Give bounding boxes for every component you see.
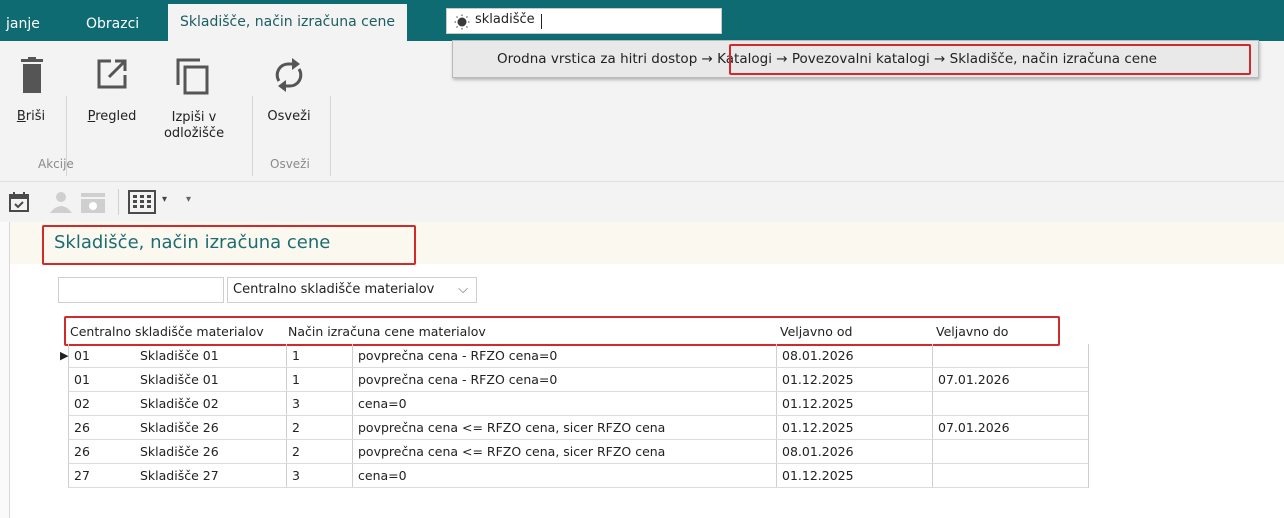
table-cell-mcode[interactable]: 2 bbox=[288, 416, 348, 440]
top-bar: janje Obrazci Skladišče, način izračuna … bbox=[0, 0, 1284, 41]
calendar-check-icon[interactable] bbox=[8, 191, 30, 217]
table-cell-method[interactable]: povprečna cena <= RFZO cena, sicer RFZO … bbox=[354, 416, 774, 440]
copy-label-line1: Izpiši v bbox=[171, 110, 217, 125]
dropdown-arrow-icon[interactable]: ▾ bbox=[162, 194, 167, 205]
copy-label-line2: odložišče bbox=[163, 126, 225, 141]
tab-partial[interactable]: janje bbox=[6, 8, 40, 41]
group-label-osvezi: Osveži bbox=[270, 157, 310, 171]
group-label-akcije: Akcije bbox=[38, 157, 74, 171]
table-cell-from[interactable]: 01.12.2025 bbox=[778, 392, 932, 416]
table-cell-name[interactable]: Skladišče 27 bbox=[136, 464, 284, 488]
grid-layout-icon[interactable] bbox=[128, 190, 156, 218]
refresh-label: Osveži bbox=[267, 109, 311, 124]
table-cell-from[interactable]: 01.12.2025 bbox=[778, 416, 932, 440]
table-cell-name[interactable]: Skladišče 01 bbox=[136, 344, 284, 368]
filter-select[interactable]: Centralno skladišče materialov ⌵ bbox=[227, 277, 477, 303]
filter-select-value: Centralno skladišče materialov bbox=[233, 282, 435, 297]
delete-button[interactable]: Briši bbox=[14, 57, 48, 125]
ribbon-divider bbox=[252, 96, 253, 176]
table-cell-method[interactable]: povprečna cena - RFZO cena=0 bbox=[354, 344, 774, 368]
table-cell-method[interactable]: cena=0 bbox=[354, 464, 774, 488]
highlight-page-title bbox=[42, 225, 416, 265]
highlight-catalog-path bbox=[729, 44, 1251, 75]
quick-toolbar: ▾ ▾ bbox=[0, 182, 1284, 222]
text-caret bbox=[541, 14, 542, 29]
table-cell-to[interactable]: 07.01.2026 bbox=[934, 416, 1088, 440]
table-cell-to[interactable] bbox=[934, 464, 1088, 488]
table-cell-method[interactable]: cena=0 bbox=[354, 392, 774, 416]
ribbon-divider bbox=[330, 96, 331, 176]
table-cell-name[interactable]: Skladišče 02 bbox=[136, 392, 284, 416]
table-cell-code[interactable]: 01 bbox=[70, 344, 130, 368]
table-cell-from[interactable]: 08.01.2026 bbox=[778, 440, 932, 464]
left-panel bbox=[0, 222, 10, 518]
open-external-icon bbox=[95, 57, 142, 91]
filter-input[interactable] bbox=[58, 277, 224, 303]
table-cell-to[interactable] bbox=[934, 344, 1088, 368]
search-text: skladišče bbox=[475, 12, 535, 27]
customize-toolbar-icon[interactable]: ▾ bbox=[186, 194, 191, 205]
refresh-icon bbox=[273, 57, 316, 93]
table-cell-mcode[interactable]: 1 bbox=[288, 368, 348, 392]
chevron-down-icon: ⌵ bbox=[458, 282, 468, 297]
copy-to-clipboard-button[interactable]: Izpiši v odložišče bbox=[154, 57, 234, 142]
preview-button[interactable]: Pregled bbox=[82, 57, 142, 125]
table-cell-mcode[interactable]: 3 bbox=[288, 464, 348, 488]
table-cell-code[interactable]: 26 bbox=[70, 416, 130, 440]
toolbar-divider bbox=[118, 189, 119, 215]
table-cell-to[interactable] bbox=[934, 392, 1088, 416]
table-cell-mcode[interactable]: 3 bbox=[288, 392, 348, 416]
preview-label: Pregled bbox=[87, 109, 137, 124]
delete-label: Briši bbox=[16, 109, 46, 124]
table-cell-from[interactable]: 08.01.2026 bbox=[778, 344, 932, 368]
table-cell-method[interactable]: povprečna cena <= RFZO cena, sicer RFZO … bbox=[354, 440, 774, 464]
table-cell-name[interactable]: Skladišče 26 bbox=[136, 440, 284, 464]
current-row-indicator-icon: ▶ bbox=[60, 349, 69, 362]
copy-icon bbox=[174, 57, 234, 95]
refresh-button[interactable]: Osveži bbox=[262, 57, 316, 125]
table-cell-mcode[interactable]: 2 bbox=[288, 440, 348, 464]
table-cell-from[interactable]: 01.12.2025 bbox=[778, 368, 932, 392]
tab-skladisce[interactable]: Skladišče, način izračuna cene bbox=[168, 4, 407, 41]
table-cell-to[interactable]: 07.01.2026 bbox=[934, 368, 1088, 392]
camera-icon[interactable] bbox=[80, 191, 106, 217]
table-cell-code[interactable]: 27 bbox=[70, 464, 130, 488]
tab-obrazci[interactable]: Obrazci bbox=[86, 8, 139, 41]
table-cell-code[interactable]: 01 bbox=[70, 368, 130, 392]
table-cell-to[interactable] bbox=[934, 440, 1088, 464]
table-cell-method[interactable]: povprečna cena - RFZO cena=0 bbox=[354, 368, 774, 392]
table-cell-name[interactable]: Skladišče 26 bbox=[136, 416, 284, 440]
table-cell-mcode[interactable]: 1 bbox=[288, 344, 348, 368]
lightbulb-icon bbox=[453, 14, 471, 34]
table-cell-code[interactable]: 26 bbox=[70, 440, 130, 464]
highlight-grid-header bbox=[64, 316, 1060, 346]
table-cell-code[interactable]: 02 bbox=[70, 392, 130, 416]
grid-column-divider bbox=[1088, 344, 1089, 488]
trash-icon bbox=[21, 57, 48, 93]
user-icon[interactable] bbox=[48, 191, 74, 217]
table-cell-name[interactable]: Skladišče 01 bbox=[136, 368, 284, 392]
table-cell-from[interactable]: 01.12.2025 bbox=[778, 464, 932, 488]
quick-search-input[interactable]: skladišče bbox=[446, 8, 722, 34]
